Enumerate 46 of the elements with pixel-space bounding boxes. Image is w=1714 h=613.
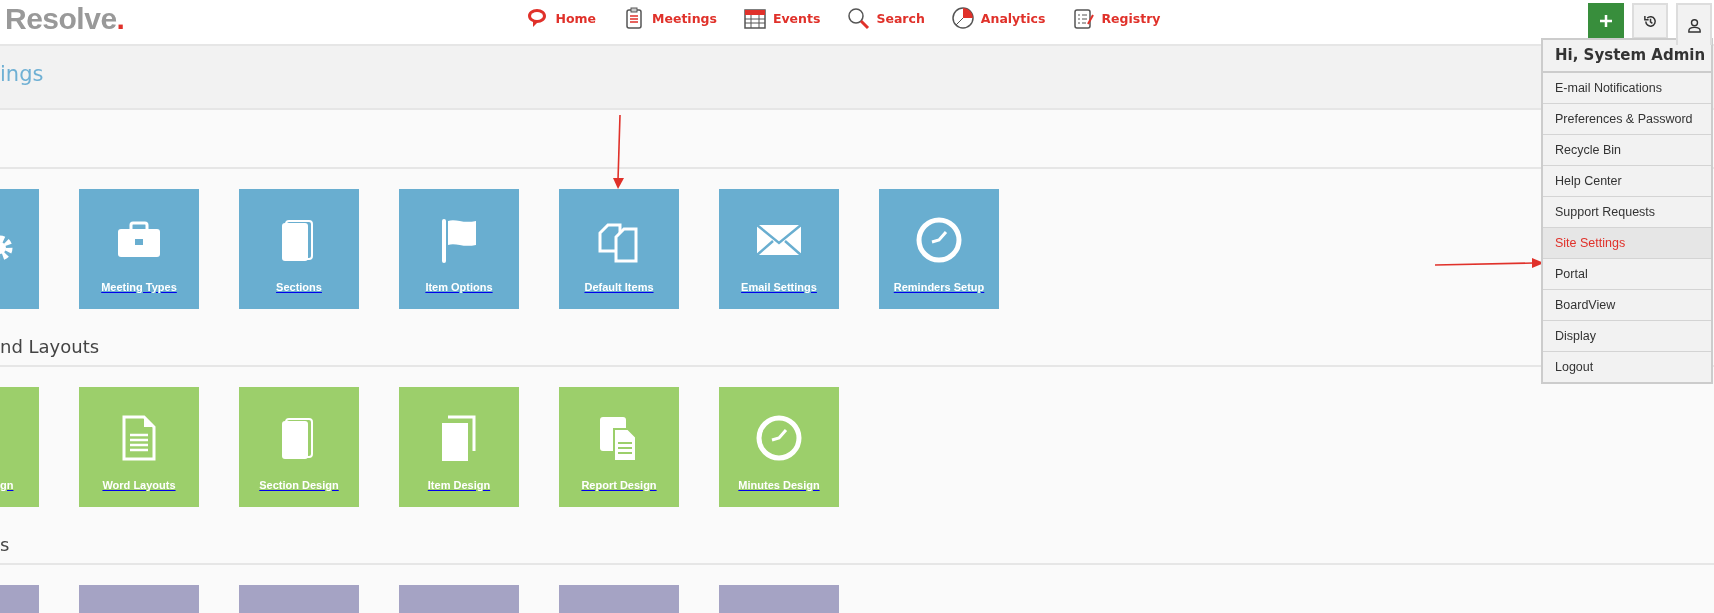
add-button[interactable] (1588, 3, 1624, 39)
settings-tile[interactable] (559, 585, 679, 613)
menu-item[interactable]: Recycle Bin (1543, 135, 1711, 166)
history-button[interactable] (1632, 3, 1668, 39)
calendar-icon (742, 6, 767, 30)
user-icon (1686, 17, 1702, 33)
history-icon (1642, 13, 1658, 29)
nav-link[interactable]: Meetings (622, 6, 717, 30)
settings-tile[interactable] (399, 585, 519, 613)
settings-tile[interactable]: Meeting Types (79, 189, 199, 309)
settings-tile[interactable]: Default Items (559, 189, 679, 309)
settings-tile[interactable] (239, 585, 359, 613)
user-button[interactable] (1676, 3, 1712, 45)
clock-icon (914, 215, 964, 265)
gear-icon (0, 235, 13, 261)
logo: Resolve. (5, 2, 125, 36)
section-heading: s (0, 534, 10, 555)
menu-item[interactable]: Display (1543, 321, 1711, 352)
settings-tile[interactable]: Sections (239, 189, 359, 309)
page-title: ings (0, 62, 44, 86)
settings-tile[interactable]: Item Options (399, 189, 519, 309)
nav-link[interactable]: Home (525, 6, 596, 30)
menu-item[interactable]: BoardView (1543, 290, 1711, 321)
nav-link[interactable]: Events (742, 6, 821, 30)
settings-tile[interactable] (0, 585, 39, 613)
menu-item[interactable]: Help Center (1543, 166, 1711, 197)
section-heading: nd Layouts (0, 336, 100, 357)
settings-tile[interactable]: Email Settings (719, 189, 839, 309)
menu-item[interactable]: Portal (1543, 259, 1711, 290)
plus-icon (1599, 14, 1613, 28)
menu-greeting: Hi, System Admin (1543, 40, 1711, 73)
menu-item[interactable]: Logout (1543, 352, 1711, 382)
nav-link[interactable]: Analytics (950, 6, 1046, 30)
settings-tile[interactable] (79, 585, 199, 613)
settings-tile[interactable] (719, 585, 839, 613)
nav-link[interactable]: Registry (1071, 6, 1161, 30)
search-icon (846, 6, 871, 30)
settings-tile[interactable]: Reminders Setup (879, 189, 999, 309)
checklist-icon (1071, 6, 1096, 30)
menu-item[interactable]: E-mail Notifications (1543, 73, 1711, 104)
pie-chart-icon (950, 6, 975, 30)
nav-link[interactable]: Search (846, 6, 925, 30)
settings-tile[interactable] (0, 189, 39, 309)
menu-item[interactable]: Site Settings (1543, 228, 1711, 259)
menu-item[interactable]: Preferences & Password (1543, 104, 1711, 135)
clock-icon (754, 413, 804, 463)
